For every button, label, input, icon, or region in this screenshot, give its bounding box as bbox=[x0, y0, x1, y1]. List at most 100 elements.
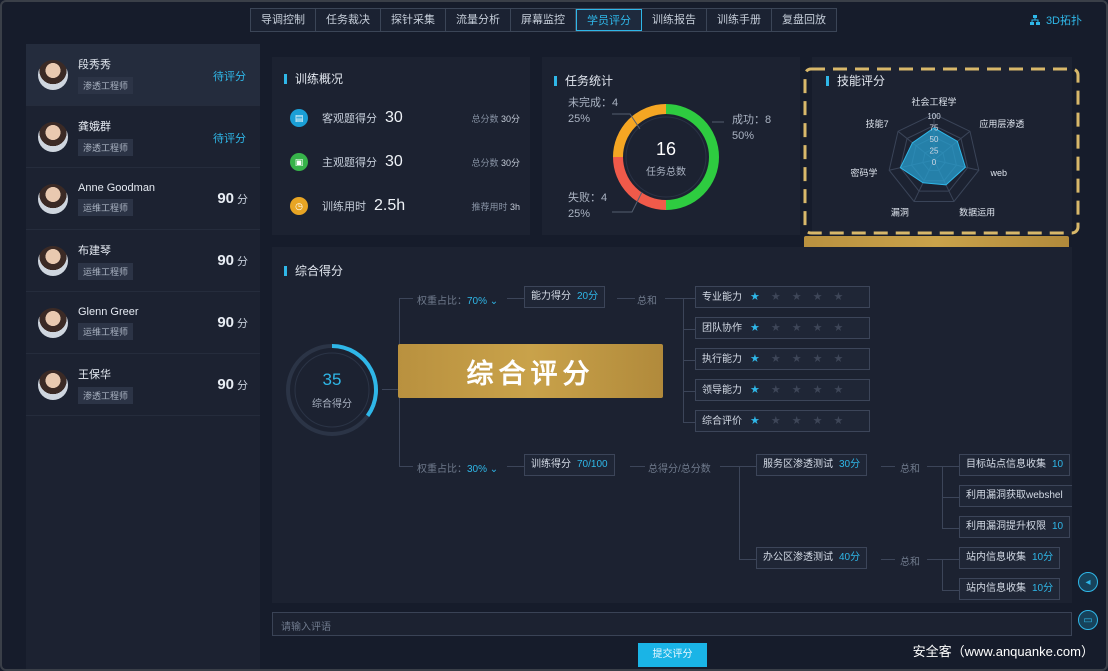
item-node: 目标站点信息收集 10 bbox=[959, 454, 1071, 476]
item-node: 利用漏洞获取webshel bbox=[959, 485, 1072, 507]
message-icon[interactable]: ▭ bbox=[1078, 610, 1098, 630]
topology-3d-button[interactable]: 3D拓扑 bbox=[1029, 12, 1082, 28]
watermark: 安全客（www.anquanke.com） bbox=[912, 644, 1094, 659]
nav-tab[interactable]: 导调控制 bbox=[251, 9, 316, 31]
tree-line bbox=[683, 360, 695, 361]
highlight-dashed-border bbox=[803, 67, 1080, 235]
star-icon[interactable]: ★ bbox=[750, 353, 771, 365]
student-score: 90 分 bbox=[217, 252, 248, 269]
star-icon[interactable]: ★ bbox=[834, 353, 855, 365]
student-item[interactable]: Glenn Greer 运维工程师 90 分 bbox=[26, 292, 260, 354]
tree-line bbox=[683, 422, 695, 423]
student-item[interactable]: 王保华 渗透工程师 90 分 bbox=[26, 354, 260, 416]
chevron-down-icon: ⌄ bbox=[487, 296, 499, 307]
student-name: 龚娥群 bbox=[78, 120, 111, 133]
star-icon[interactable]: ★ bbox=[771, 415, 792, 427]
star-icon[interactable]: ★ bbox=[792, 353, 813, 365]
overview-label: 主观题得分 bbox=[322, 157, 377, 169]
tree-line bbox=[665, 298, 695, 299]
overview-value: 30 bbox=[385, 153, 403, 170]
star-rating[interactable]: ★★★★★ bbox=[750, 411, 854, 431]
avatar bbox=[38, 121, 68, 152]
item-list-clip: 目标站点信息收集 10 利用漏洞获取webshel 利用漏洞提升权限 10 站内信息… bbox=[959, 454, 1072, 604]
star-icon[interactable]: ★ bbox=[792, 384, 813, 396]
student-item[interactable]: 布建琴 运维工程师 90 分 bbox=[26, 230, 260, 292]
tree-line bbox=[507, 298, 524, 299]
submit-score-button[interactable]: 提交评分 bbox=[638, 643, 707, 667]
star-icon[interactable]: ★ bbox=[813, 322, 834, 334]
nav-tab[interactable]: 任务裁决 bbox=[316, 9, 381, 31]
star-icon[interactable]: ★ bbox=[771, 384, 792, 396]
student-score: 90 分 bbox=[217, 190, 248, 207]
star-icon[interactable]: ★ bbox=[813, 384, 834, 396]
star-icon[interactable]: ★ bbox=[834, 322, 855, 334]
avatar bbox=[38, 245, 68, 276]
star-rating[interactable]: ★★★★★ bbox=[750, 287, 854, 307]
nav-tab[interactable]: 训练报告 bbox=[642, 9, 707, 31]
avatar bbox=[38, 369, 68, 400]
star-icon[interactable]: ★ bbox=[750, 384, 771, 396]
nav-tab[interactable]: 学员评分 bbox=[576, 9, 642, 31]
pending-status: 待评分 bbox=[213, 133, 246, 145]
student-item[interactable]: 段秀秀 渗透工程师 待评分 bbox=[26, 44, 260, 106]
chat-icon: ▣ bbox=[290, 153, 308, 171]
star-icon[interactable]: ★ bbox=[771, 322, 792, 334]
tree-line bbox=[739, 559, 756, 560]
ring-inner bbox=[294, 352, 370, 428]
role-badge: 运维工程师 bbox=[78, 198, 134, 216]
zone-agg-label: 总和 bbox=[900, 464, 920, 475]
nav-tab[interactable]: 流量分析 bbox=[446, 9, 511, 31]
star-icon[interactable]: ★ bbox=[771, 291, 792, 303]
item-node: 站内信息收集 10分 bbox=[959, 547, 1061, 569]
composite-score-banner: 综合评分 bbox=[398, 344, 663, 398]
star-icon[interactable]: ★ bbox=[813, 415, 834, 427]
nav-tab[interactable]: 训练手册 bbox=[707, 9, 772, 31]
avatar bbox=[38, 183, 68, 214]
topology-icon bbox=[1029, 15, 1040, 25]
star-icon[interactable]: ★ bbox=[792, 291, 813, 303]
nav-tab[interactable]: 屏幕监控 bbox=[511, 9, 576, 31]
overview-row-objective: ▤ 客观题得分 30 总分数 30分 bbox=[290, 109, 520, 127]
star-icon[interactable]: ★ bbox=[834, 415, 855, 427]
top-nav: 导调控制 任务裁决 探针采集 流量分析 屏幕监控 学员评分 训练报告 训练手册 复盘回放 bbox=[250, 8, 837, 32]
speaker-icon[interactable]: ◂ bbox=[1078, 572, 1098, 592]
star-rating[interactable]: ★★★★★ bbox=[750, 380, 854, 400]
success-label: 成功：8 50% bbox=[732, 114, 772, 142]
comment-input[interactable]: 请输入评语 bbox=[272, 612, 1072, 636]
composite-title: 综合得分 bbox=[284, 262, 343, 279]
student-item[interactable]: Anne Goodman 运维工程师 90 分 bbox=[26, 168, 260, 230]
star-icon[interactable]: ★ bbox=[750, 322, 771, 334]
star-icon[interactable]: ★ bbox=[813, 291, 834, 303]
task-total-label: 任务总数 bbox=[646, 167, 686, 178]
student-list: 段秀秀 渗透工程师 待评分 龚娥群 渗透工程师 待评分 Anne Goodman 运维工程师 9… bbox=[26, 44, 260, 669]
star-icon[interactable]: ★ bbox=[834, 291, 855, 303]
training-weight-select[interactable]: 权重占比：30% ⌄ bbox=[417, 460, 498, 475]
ability-node: 领导能力 ★★★★★ bbox=[695, 379, 870, 401]
chevron-down-icon: ⌄ bbox=[487, 464, 499, 475]
ability-weight-select[interactable]: 权重占比：70% ⌄ bbox=[417, 292, 498, 307]
composite-score-label: 综合得分 bbox=[312, 399, 352, 410]
student-item[interactable]: 龚娥群 渗透工程师 待评分 bbox=[26, 106, 260, 168]
fail-label: 失败：4 25% bbox=[568, 192, 608, 220]
overview-total: 推荐用时 3h bbox=[471, 201, 520, 212]
star-icon[interactable]: ★ bbox=[792, 322, 813, 334]
star-icon[interactable]: ★ bbox=[813, 353, 834, 365]
star-icon[interactable]: ★ bbox=[750, 415, 771, 427]
nav-tab[interactable]: 探针采集 bbox=[381, 9, 446, 31]
student-score: 90 分 bbox=[217, 314, 248, 331]
zone-agg-label: 总和 bbox=[900, 557, 920, 568]
overview-value: 30 bbox=[385, 109, 403, 126]
task-stats-panel: 任务统计 未完成：4 25% 成功：8 50% 失败：4 25% 16 任务总数 bbox=[542, 57, 800, 235]
star-rating[interactable]: ★★★★★ bbox=[750, 318, 854, 338]
tree-line bbox=[507, 466, 524, 467]
student-name: 布建琴 bbox=[78, 244, 111, 257]
item-node: 利用漏洞提升权限 10 bbox=[959, 516, 1071, 538]
nav-tab[interactable]: 复盘回放 bbox=[772, 9, 836, 31]
star-icon[interactable]: ★ bbox=[771, 353, 792, 365]
star-icon[interactable]: ★ bbox=[792, 415, 813, 427]
star-icon[interactable]: ★ bbox=[834, 384, 855, 396]
star-icon[interactable]: ★ bbox=[750, 291, 771, 303]
star-rating[interactable]: ★★★★★ bbox=[750, 349, 854, 369]
student-score: 90 分 bbox=[217, 376, 248, 393]
student-name: Glenn Greer bbox=[78, 305, 139, 318]
